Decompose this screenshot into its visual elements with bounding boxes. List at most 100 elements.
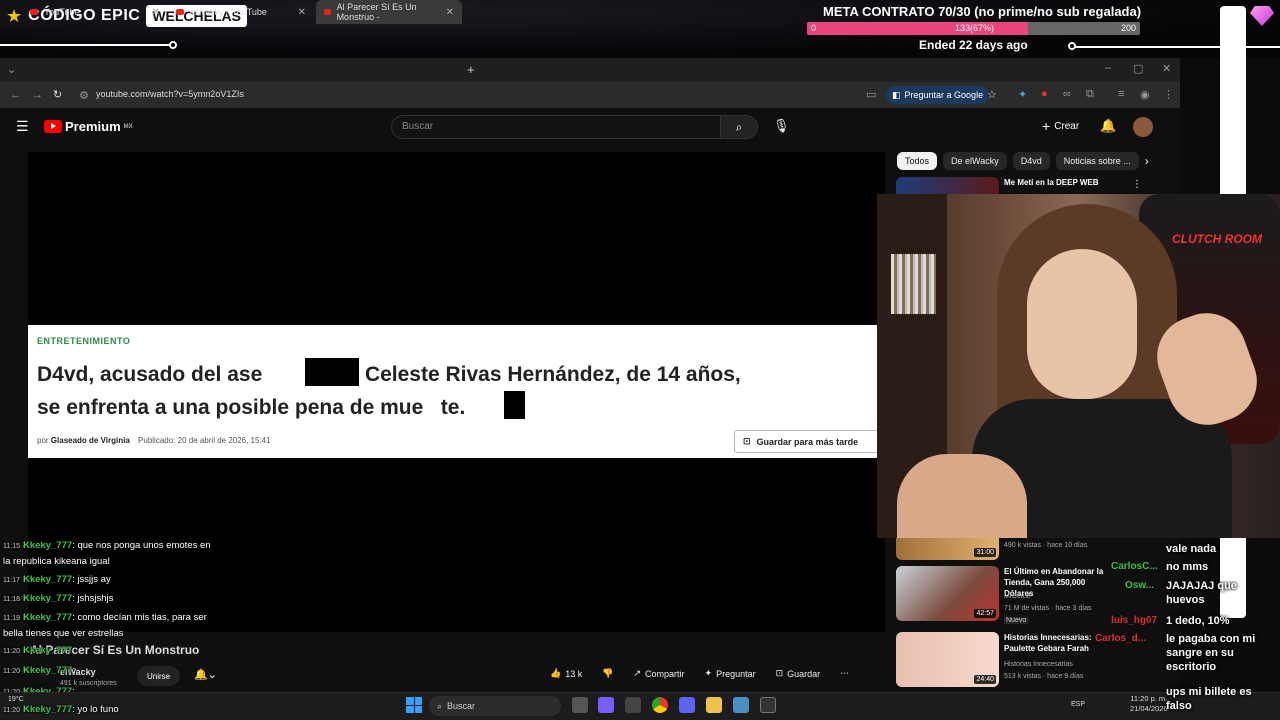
overlay-dot-right [1068,42,1076,50]
chat-user: keky_777 [29,574,73,585]
create-button[interactable]: + Crear [1042,118,1079,134]
tab-video[interactable]: Al Parecer Sí Es Un Monstruo - ✕ [316,0,462,24]
like-count: 13 k [565,668,583,679]
close-icon[interactable]: ✕ [152,7,160,18]
minimize-icon[interactable]: – [1105,62,1111,74]
thumbs-down-icon: 👎 [602,668,614,678]
chrome-icon[interactable] [652,697,668,713]
chat-message: 11:20 Kkeky_777: yo lo funo [3,704,119,715]
dislike-button[interactable]: 👎 [602,668,613,679]
save-button[interactable]: ⊡ Guardar [776,668,821,679]
taskbar-clock[interactable]: 11:20 p. m. 21/04/2026 [1130,694,1168,714]
ask-button[interactable]: ✦ Preguntar [705,668,756,679]
reload-icon[interactable]: ↻ [53,88,62,101]
kick-icon: K [23,574,30,585]
hamburger-menu-icon[interactable]: ☰ [16,118,29,135]
close-icon[interactable]: ✕ [298,7,306,18]
ask-label: Preguntar [716,668,756,679]
cast-icon[interactable]: ▭ [866,88,876,101]
books [891,254,936,314]
chat-message: no mms [1166,561,1209,573]
profile-icon[interactable]: ◉ [1140,88,1150,101]
chat-message: JAJAJAJ que huevos [1166,580,1237,606]
google-lens-icon: ◧ [892,89,901,100]
more-options-icon[interactable]: ⋮ [1132,179,1142,190]
recommendation-item[interactable]: Me Metí en la DEEP WEB ⋮ [896,177,1176,194]
recommendation-item[interactable]: 31:00 490 k vistas · hace 10 días [896,538,1176,560]
chip-news[interactable]: Noticias sobre ... [1055,152,1139,170]
windows-start-icon[interactable] [406,697,422,713]
settings-icon[interactable] [625,697,641,713]
address-bar-url[interactable]: youtube.com/watch?v=5ymn2oV1ZIs [96,89,244,99]
language-indicator[interactable]: ESP [1071,701,1085,708]
tab-label: elWacky - YouTube [190,7,267,17]
chat-text: yo lo funo [77,704,119,715]
ask-google-button[interactable]: ◧ Preguntar a Google [886,86,990,104]
file-explorer-icon[interactable] [706,697,722,713]
recommendation-item[interactable]: 42:57 El Último en Abandonar la Tienda, … [896,566,1176,624]
chat-user: keky_777 [29,540,73,551]
discord-icon[interactable] [679,697,695,713]
kick-icon: K [23,593,30,604]
extensions-puzzle-icon[interactable]: ⧉ [1086,88,1094,101]
chat-message: vale nada [1166,543,1217,555]
video-thumbnail: 24:40 [896,632,999,687]
taskbar-search[interactable]: ⌕ Buscar [429,696,561,716]
goal-progress-fill [807,22,1029,35]
extension-icon[interactable]: ✦ [1018,88,1027,101]
youtube-favicon-icon [324,9,331,15]
chat-message: 11:19 Kkeky_777: como decían mis tias, pa… [3,612,207,639]
chip-from-channel[interactable]: De elWacky [943,152,1007,170]
copilot-icon[interactable] [598,697,614,713]
youtube-logo[interactable]: Premium MX [44,119,133,134]
mic-icon[interactable]: 🎙 [773,118,790,134]
extension-icon[interactable]: ● [1041,88,1048,100]
chat-message: le pagaba con mi sangre en su escritorio [1166,633,1256,673]
chat-username: luis_hg07 [1111,615,1158,626]
new-tab-icon[interactable]: + [467,62,475,77]
search-input[interactable]: Buscar [391,115,721,139]
window-close-icon[interactable]: ✕ [1162,62,1171,75]
webcam-feed: CLUTCH ROOM [877,194,1280,538]
chip-all[interactable]: Todos [897,152,938,170]
back-icon[interactable]: ← [10,89,21,101]
close-icon[interactable]: ✕ [446,7,454,18]
rec-meta: 71 M de vistas · hace 3 días [1004,605,1092,612]
maximize-icon[interactable]: ▢ [1133,62,1143,75]
chat-message: 11:15 Kkeky_777: que nos ponga unos emote… [3,540,211,567]
avatar[interactable] [1133,117,1153,137]
video-thumbnail [896,177,999,194]
media-icon[interactable]: ≡ [1118,88,1124,100]
notifications-icon[interactable]: 🔔 [1100,118,1116,134]
tab-search-icon[interactable]: ⌄ [7,63,16,76]
goal-progress-bar: 0 133(67%) 200 [807,22,1140,35]
photos-icon[interactable] [733,697,749,713]
like-button[interactable]: 👍 13 k [550,668,582,679]
chat-user: keky_777 [29,665,73,676]
bookmark-star-icon[interactable]: ☆ [987,88,997,101]
obs-icon[interactable] [760,697,776,713]
chip-d4vd[interactable]: D4vd [1012,152,1050,170]
search-icon: ⌕ [437,700,443,711]
site-info-icon[interactable]: ⚙ [79,89,89,102]
chat-message: 11:17 Kkeky_777: jssjjs ay [3,574,111,585]
overlay-dot-left [169,41,177,49]
more-actions-icon[interactable]: ⋯ [840,668,849,679]
clock-time: 11:20 p. m. [1130,694,1168,703]
task-view-icon[interactable] [572,697,588,713]
goal-max: 200 [1120,23,1136,33]
tab-youtube[interactable]: YouTube ✕ [22,0,168,24]
share-button[interactable]: ↗ Compartir [633,668,684,679]
extension-icon[interactable]: ∞ [1063,88,1071,100]
forward-icon[interactable]: → [32,89,43,101]
taskbar-search-label: Buscar [447,701,476,711]
chat-message: 11:20Kkeky_777: [3,665,75,676]
menu-icon[interactable]: ⋮ [1163,88,1174,101]
chevron-right-icon[interactable]: › [1145,154,1149,168]
streamer-face [1027,249,1137,399]
overlay-line-left [0,44,172,46]
chat-message: 11:20Kkeky_777: [3,645,75,656]
video-duration: 42:57 [974,609,996,618]
tab-elwacky[interactable]: elWacky - YouTube ✕ [168,0,314,24]
search-button[interactable]: ⌕ [720,115,758,139]
